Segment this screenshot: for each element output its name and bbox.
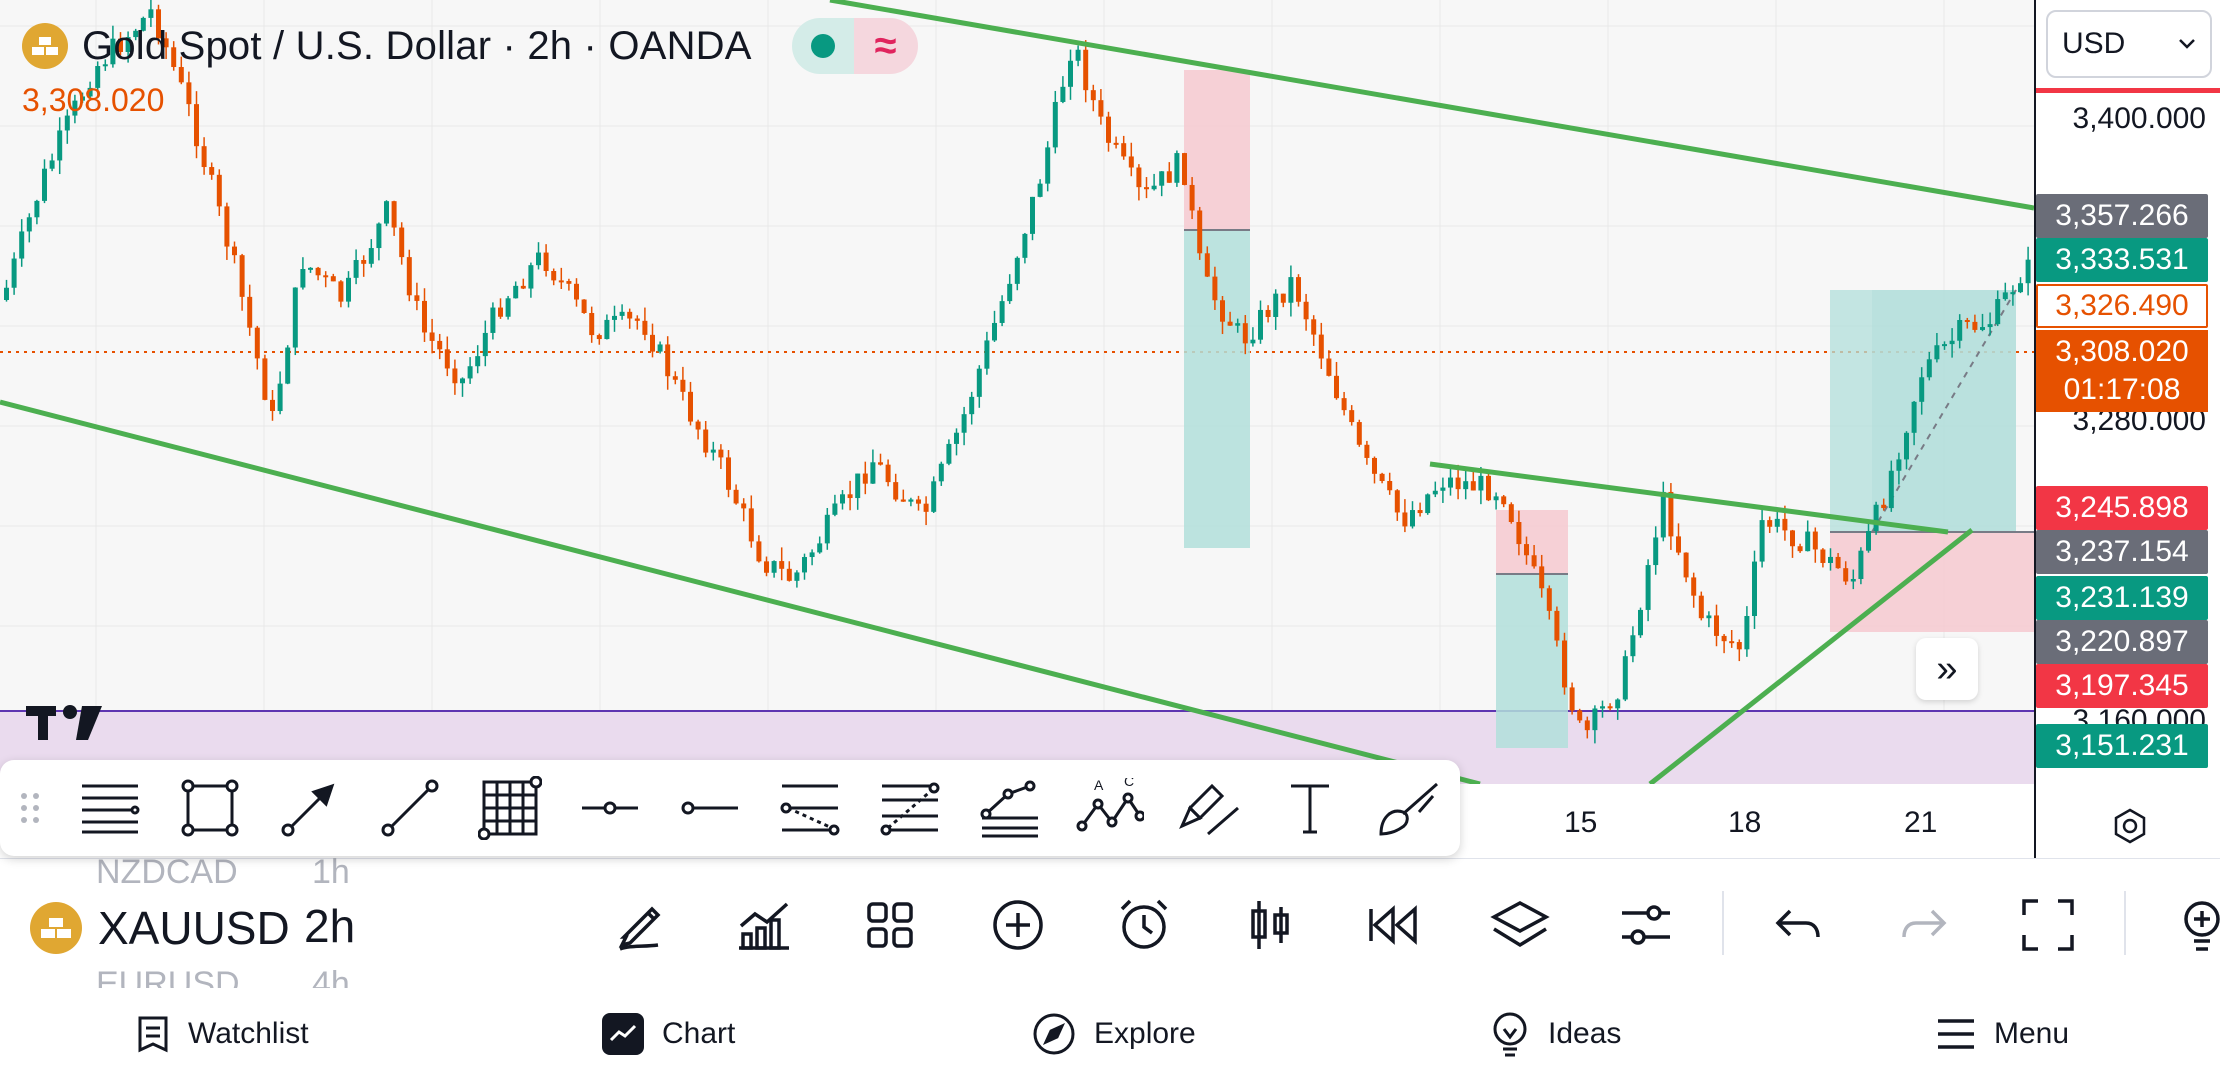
currency-value: USD: [2062, 27, 2126, 60]
long-position-1: [1184, 70, 1250, 548]
current-price-value: 3,308.020: [2055, 335, 2189, 368]
price-tag-entry: 3,237.154: [2036, 530, 2208, 574]
gold-bars-icon: [30, 902, 82, 954]
abcd-pattern-tool-icon[interactable]: AC: [1060, 760, 1160, 856]
bar-countdown-timer: 01:17:08: [2063, 373, 2181, 406]
nav-explore[interactable]: Explore: [1032, 988, 1196, 1080]
tradingview-logo-icon: [26, 700, 114, 749]
symbol-picker-prev[interactable]: NZDCAD: [96, 853, 238, 892]
price-tag-high: 3,333.531: [2036, 238, 2208, 282]
chart-settings-icon[interactable]: [2110, 806, 2150, 851]
nav-watchlist[interactable]: Watchlist: [136, 988, 309, 1080]
hamburger-menu-icon: [1938, 1019, 1974, 1049]
toolbar-separator: [1722, 891, 1724, 955]
interval-picker-prev[interactable]: 1h: [312, 853, 350, 892]
redo-icon[interactable]: [1888, 889, 1960, 961]
text-tool-icon[interactable]: [1260, 760, 1360, 856]
arrow-tool-icon[interactable]: [260, 760, 360, 856]
drag-handle-icon[interactable]: [0, 788, 60, 828]
fullscreen-icon[interactable]: [2012, 889, 2084, 961]
pitchfork-tool-icon[interactable]: [960, 760, 1060, 856]
symbol-selector[interactable]: XAUUSD: [30, 901, 290, 955]
price-tag-position-target: 3,357.266: [2036, 194, 2208, 238]
price-axis[interactable]: USD 3,400.000 3,280.000 3,160.000 3,357.…: [2034, 0, 2220, 858]
price-axis-tick: 3,400.000: [2072, 102, 2206, 135]
currency-select[interactable]: USD: [2046, 10, 2212, 78]
nav-chart[interactable]: Chart: [602, 988, 735, 1080]
compass-icon: [1033, 1013, 1075, 1055]
price-marker-line: [2036, 88, 2220, 93]
indicator-status-pill[interactable]: ≈: [791, 18, 918, 74]
current-price-tag: 3,308.020 01:17:08: [2036, 330, 2208, 412]
indicators-icon[interactable]: [728, 889, 800, 961]
nav-watchlist-label: Watchlist: [188, 1017, 309, 1050]
horizontal-ray-tool-icon[interactable]: [560, 760, 660, 856]
undo-icon[interactable]: [1762, 889, 1834, 961]
parallel-channel-tool-icon[interactable]: [760, 760, 860, 856]
chart-icon: [602, 1013, 644, 1055]
price-tag-stop: 3,245.898: [2036, 486, 2208, 530]
drawing-tools-pencil-icon[interactable]: [604, 889, 676, 961]
gann-grid-tool-icon[interactable]: [460, 760, 560, 856]
upper-channel-trendline: [829, 0, 2034, 211]
watchlist-icon: [138, 1016, 168, 1053]
price-chart[interactable]: [0, 0, 2034, 784]
chart-title[interactable]: Gold Spot / U.S. Dollar · 2h · OANDA: [82, 24, 752, 69]
replay-rewind-icon[interactable]: [1358, 889, 1430, 961]
ray-tool-icon[interactable]: [660, 760, 760, 856]
add-plus-icon[interactable]: [982, 889, 1054, 961]
chart-symbol-header[interactable]: Gold Spot / U.S. Dollar · 2h · OANDA ≈: [22, 18, 918, 74]
drawing-toolbar: AC: [0, 760, 1460, 856]
rectangle-tool-icon[interactable]: [160, 760, 260, 856]
bottom-toolbar: NZDCAD 1h XAUUSD 2h EURUSD 4h: [0, 853, 2220, 1003]
highlighter-tool-icon[interactable]: [1160, 760, 1260, 856]
chart-type-candles-icon[interactable]: [1234, 889, 1306, 961]
settings-sliders-icon[interactable]: [1610, 889, 1682, 961]
price-tag-low: 3,231.139: [2036, 576, 2208, 620]
time-axis[interactable]: 15 18 21: [1460, 784, 2034, 858]
gold-bars-icon: [22, 23, 68, 69]
price-tag-support: 3,197.345: [2036, 664, 2208, 708]
horizontal-lines-tool-icon[interactable]: [60, 760, 160, 856]
price-tag-lowest: 3,151.231: [2036, 724, 2208, 768]
brush-tool-icon[interactable]: [1360, 760, 1460, 856]
svg-text:C: C: [1124, 778, 1134, 789]
alert-clock-icon[interactable]: [1108, 889, 1180, 961]
toolbar-separator: [2124, 891, 2126, 955]
price-tag-level: 3,220.897: [2036, 620, 2208, 664]
nav-explore-label: Explore: [1094, 1017, 1196, 1050]
lightbulb-icon: [1493, 1012, 1527, 1057]
nav-chart-label: Chart: [662, 1017, 736, 1050]
layout-grid-icon[interactable]: [854, 889, 926, 961]
indicator-wave-icon: ≈: [853, 18, 918, 74]
trend-line-tool-icon[interactable]: [360, 760, 460, 856]
market-open-dot-icon: [810, 34, 835, 58]
nav-menu[interactable]: Menu: [1936, 988, 2069, 1080]
chevron-down-icon: [2179, 39, 2195, 49]
candlestick-series: [4, 0, 2031, 744]
last-price-label: 3,308.020: [22, 82, 165, 118]
svg-text:A: A: [1094, 778, 1104, 793]
tradingview-app: Gold Spot / U.S. Dollar · 2h · OANDA ≈ 3…: [0, 0, 2220, 1080]
ideas-lightbulb-icon[interactable]: [2166, 889, 2220, 961]
bottom-navigation: Watchlist Chart Explore Ideas Menu: [0, 988, 2220, 1080]
nav-ideas-label: Ideas: [1548, 1017, 1622, 1050]
time-axis-label: 15: [1564, 806, 1598, 839]
time-axis-label: 18: [1728, 806, 1762, 839]
chart-canvas[interactable]: [0, 0, 2034, 784]
price-tag-open: 3,326.490: [2036, 284, 2208, 328]
fib-retracement-tool-icon[interactable]: [860, 760, 960, 856]
interval-selector[interactable]: 2h: [304, 899, 355, 953]
time-axis-label: 21: [1904, 806, 1938, 839]
symbol-name: XAUUSD: [98, 902, 290, 954]
layers-icon[interactable]: [1484, 889, 1556, 961]
scroll-to-realtime-button[interactable]: »: [1916, 638, 1978, 700]
nav-ideas[interactable]: Ideas: [1490, 988, 1621, 1080]
nav-menu-label: Menu: [1994, 1017, 2070, 1050]
